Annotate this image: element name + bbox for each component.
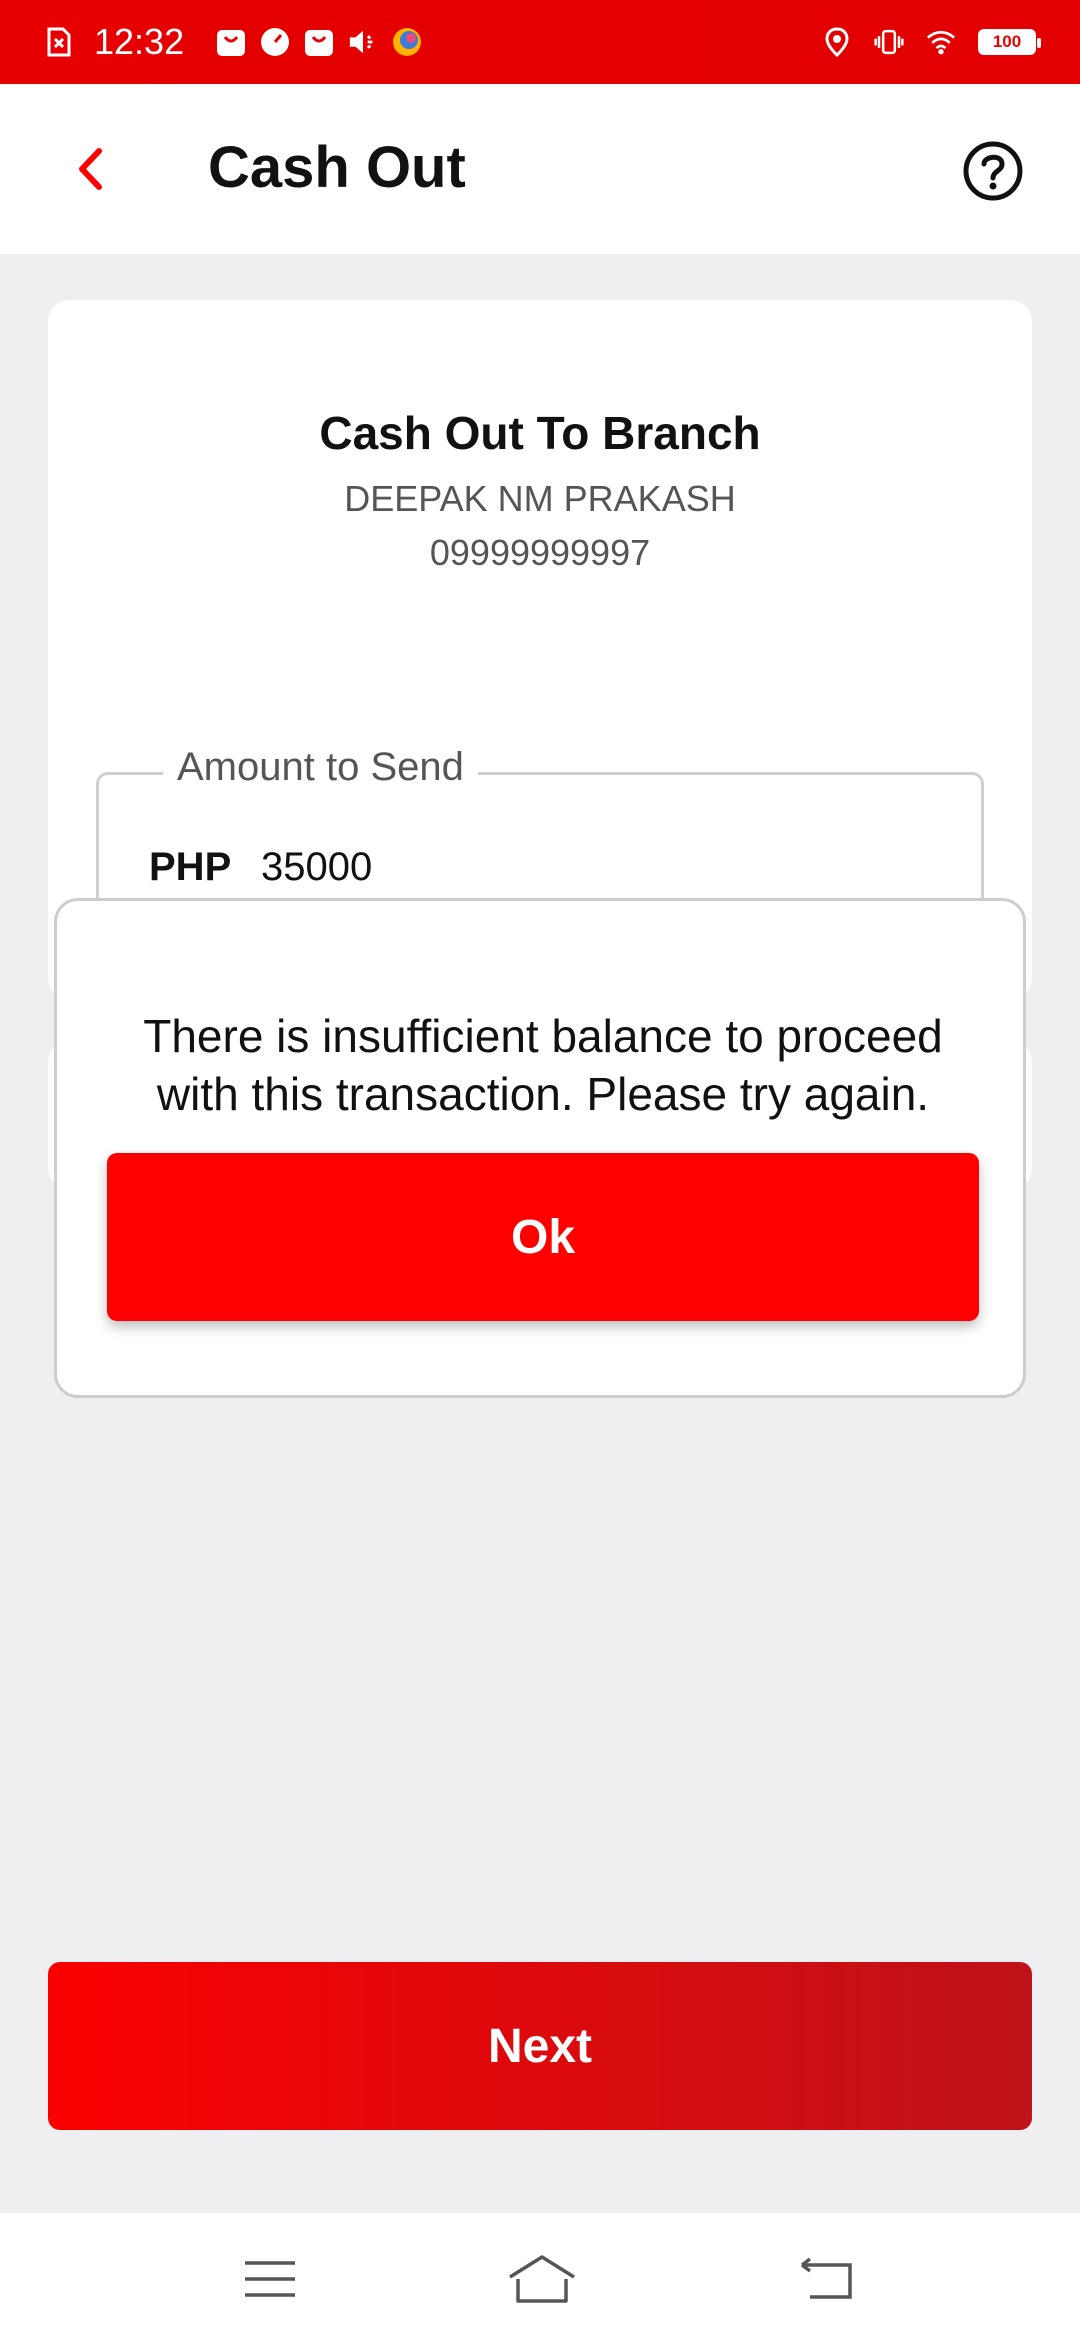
page-title: Cash Out (208, 135, 466, 200)
status-left: 12:32 (44, 21, 422, 63)
cash-out-card: Cash Out To Branch DEEPAK NM PRAKASH 099… (48, 300, 1032, 1000)
amount-input[interactable]: 35000 (261, 845, 372, 890)
system-nav-bar (0, 2213, 1080, 2340)
menu-nav-button[interactable] (238, 2251, 302, 2307)
back-arrow-icon (800, 2257, 852, 2299)
home-icon (509, 2255, 575, 2303)
speaker-muted-icon (348, 27, 378, 57)
chevron-left-icon (79, 148, 102, 190)
sim-missing-icon (44, 27, 74, 57)
help-button[interactable] (962, 140, 1024, 202)
bag-notification-icon (216, 27, 246, 57)
browser-icon (392, 27, 422, 57)
amount-label: Amount to Send (163, 745, 478, 790)
vibrate-icon (874, 27, 904, 57)
status-time: 12:32 (94, 21, 185, 62)
recipient-name: DEEPAK NM PRAKASH (344, 478, 736, 519)
menu-icon (245, 2261, 295, 2297)
bag-notification-icon-2 (304, 27, 334, 57)
wifi-icon (926, 27, 956, 57)
amount-currency: PHP (149, 845, 232, 889)
insufficient-balance-dialog: There is insufficient balance to proceed… (54, 898, 1026, 1398)
location-icon (822, 27, 852, 57)
card-title: Cash Out To Branch (319, 407, 761, 459)
ok-button[interactable]: Ok (107, 1153, 979, 1321)
home-nav-button[interactable] (506, 2251, 578, 2307)
back-nav-button[interactable] (794, 2251, 858, 2307)
recipient-phone: 09999999997 (429, 532, 651, 573)
help-icon (963, 141, 1023, 201)
speedometer-icon (260, 27, 290, 57)
dialog-message: There is insufficient balance to proceed… (143, 1010, 943, 1120)
next-button[interactable]: Next (48, 1962, 1032, 2130)
back-button[interactable] (60, 139, 120, 199)
status-right: 100 (822, 27, 1041, 57)
app-header: Cash Out (0, 84, 1080, 254)
status-bar: 12:32 100 (0, 0, 1080, 84)
battery-indicator: 100 (978, 29, 1041, 55)
